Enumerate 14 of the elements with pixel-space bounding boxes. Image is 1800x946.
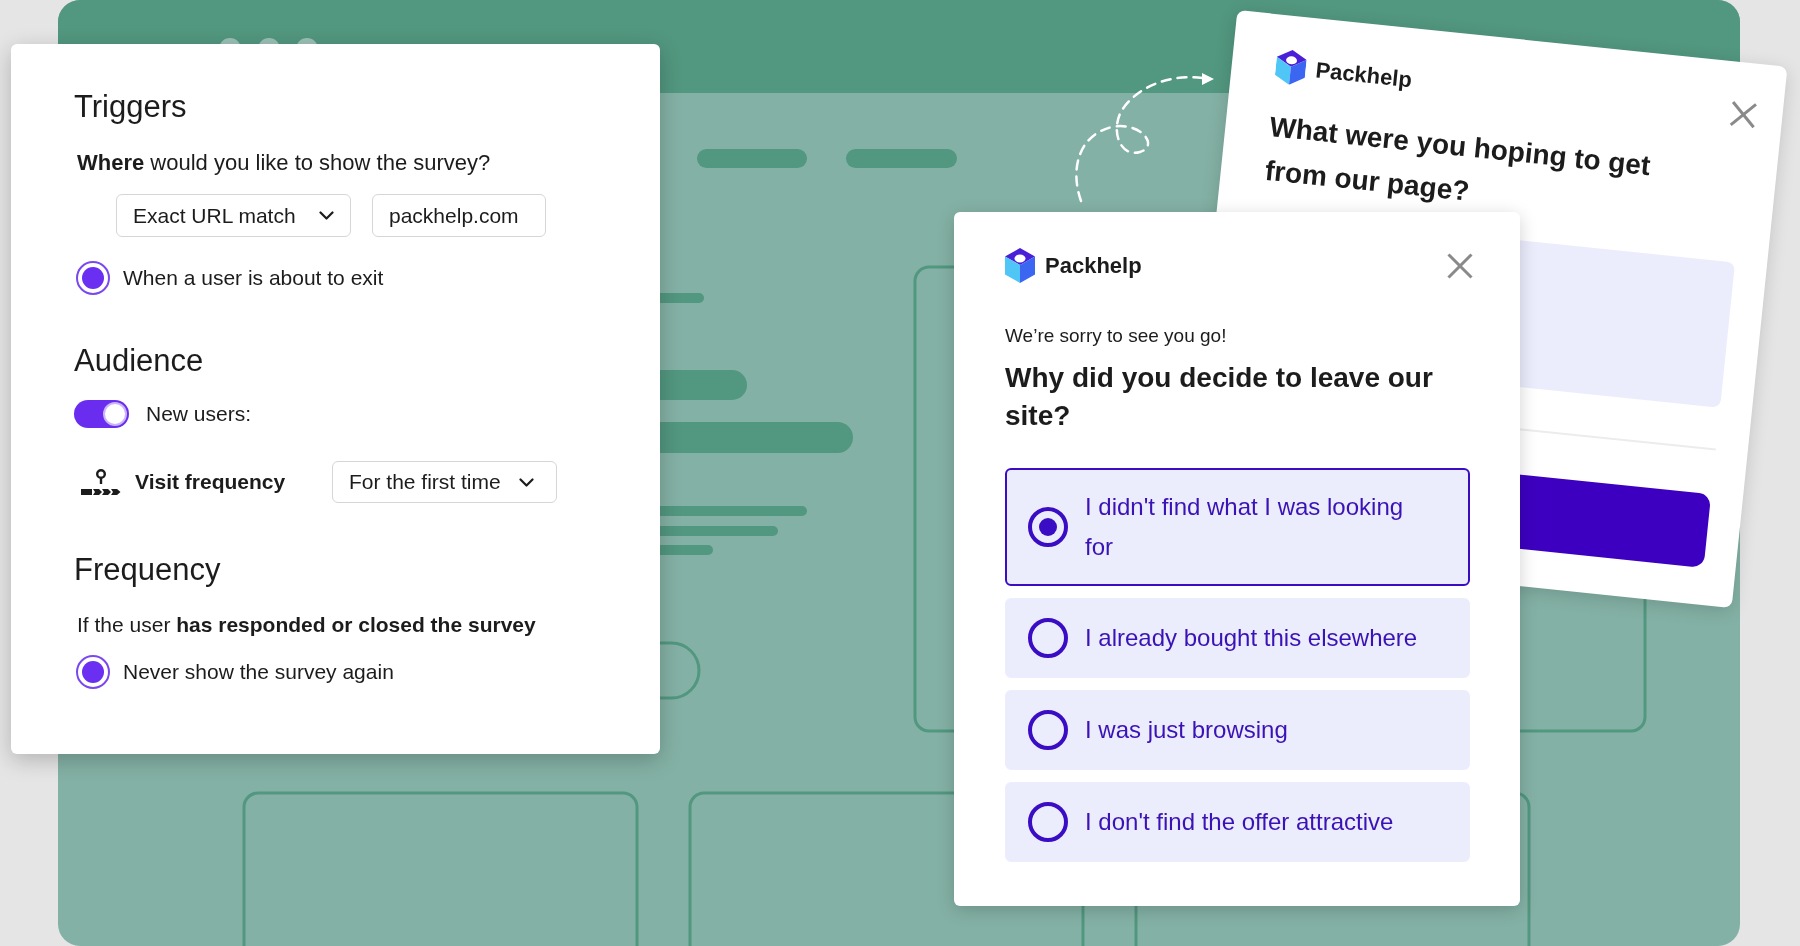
field-label: Visit frequency [135,469,286,495]
section-title: Audience [74,343,204,379]
brand-name: Packhelp [1314,55,1414,94]
survey-question: Why did you decide to leave our site? [1005,361,1434,433]
condition-text: If the user has responded or closed the survey [77,612,536,638]
toggle-label: New users: [146,401,252,427]
section-title: Frequency [74,552,221,588]
option-label: Never show the survey again [123,659,394,685]
intro-text: We’re sorry to see you go! [1005,324,1227,348]
option-label: When a user is about to exit [123,265,384,291]
survey-question: What were you hoping to get from our page? [1262,110,1653,209]
section-title: Triggers [74,89,187,125]
question-text: Where would you like to show the survey? [77,149,491,177]
brand-name: Packhelp [1045,251,1142,280]
